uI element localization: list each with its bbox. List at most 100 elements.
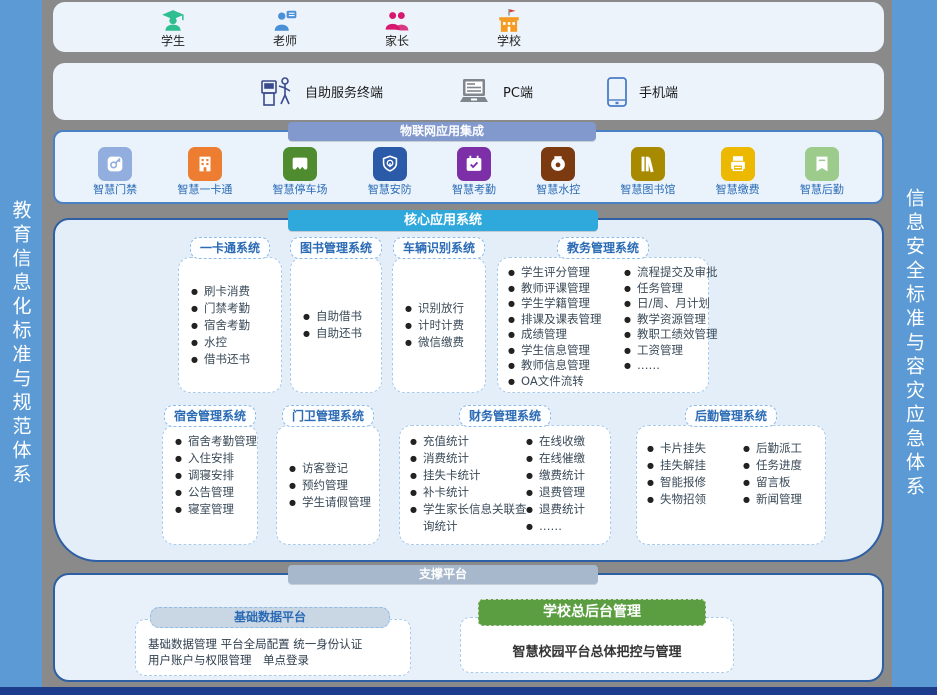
list-item: 学生学籍管理 (508, 296, 620, 312)
system-box-library: 图书管理系统 自助借书 自助还书 (290, 237, 382, 393)
list-item: 入住安排 (175, 450, 257, 467)
iot-tile-access: 智慧门禁 (93, 147, 137, 196)
one-card-building-icon (188, 147, 222, 181)
list-item: 补卡统计 (410, 484, 522, 501)
support-section-header: 支撑平台 (288, 565, 598, 584)
iot-tile-parking: 智慧停车场 (273, 147, 328, 196)
core-section-header: 核心应用系统 (288, 210, 598, 231)
system-title: 财务管理系统 (459, 405, 551, 427)
smart-campus-architecture-diagram: 教育信息化标准与规范体系 信息安全标准与容灾应急体系 学生 老师 家长 (0, 0, 937, 695)
list-item: 任务进度 (743, 457, 819, 474)
list-item: 学生评分管理 (508, 265, 620, 281)
right-rail-label: 信息安全标准与容灾应急体系 (901, 188, 928, 500)
list-item: 学生请假管理 (289, 494, 379, 511)
list-item: 门禁考勤 (191, 300, 281, 317)
right-rail: 信息安全标准与容灾应急体系 (892, 0, 937, 687)
terminal-label: 手机端 (639, 82, 678, 101)
list-item: 计时计费 (405, 317, 485, 334)
iot-tile-label: 智慧水控 (536, 184, 580, 196)
iot-tile-label: 智慧停车场 (273, 184, 328, 196)
user-item-student: 学生 (141, 8, 205, 47)
user-item-parents: 家长 (365, 8, 429, 47)
iot-tile-label: 智慧考勤 (452, 184, 496, 196)
iot-tile-water: 智慧水控 (536, 147, 580, 196)
list-item: 后勤派工 (743, 440, 819, 457)
system-title: 宿舍管理系统 (164, 405, 256, 427)
iot-tile-attendance: 智慧考勤 (452, 147, 496, 196)
list-item: 自助借书 (303, 308, 381, 325)
user-label: 学校 (497, 35, 521, 47)
list-item: 退费统计 (526, 501, 604, 518)
iot-tile-label: 智慧一卡通 (177, 184, 232, 196)
iot-tile-label: 智慧图书馆 (620, 184, 675, 196)
terminal-item-kiosk: 自助服务终端 (259, 75, 383, 109)
list-item: …… (624, 358, 718, 374)
system-box-dormitory: 宿舍管理系统 宿舍考勤管理 入住安排 调寝安排 公告管理 寝室管理 (162, 405, 258, 545)
attendance-calendar-icon (457, 147, 491, 181)
basic-platform-line: 基础数据管理 平台全局配置 统一身份认证 (148, 636, 400, 652)
list-item: 在线收缴 (526, 433, 604, 450)
terminal-item-pc: PC端 (455, 77, 533, 107)
list-item: 智能报修 (647, 474, 739, 491)
iot-tile-onecard: 智慧一卡通 (177, 147, 232, 196)
system-title: 图书管理系统 (290, 237, 382, 259)
list-item: OA文件流转 (508, 374, 620, 390)
list-item: 流程提交及审批 (624, 265, 718, 281)
list-item: 公告管理 (175, 484, 257, 501)
logistics-flag-icon (805, 147, 839, 181)
list-item: …… (526, 518, 604, 535)
iot-tile-payment: 智慧缴费 (716, 147, 760, 196)
iot-tile-label: 智慧安防 (368, 184, 412, 196)
list-item: 退费管理 (526, 484, 604, 501)
list-item: 访客登记 (289, 460, 379, 477)
parking-icon (283, 147, 317, 181)
user-label: 老师 (273, 35, 297, 47)
user-label: 家长 (385, 35, 409, 47)
list-item: 自助还书 (303, 325, 381, 342)
list-item: 刷卡消费 (191, 283, 281, 300)
list-item: 日/周、月计划 (624, 296, 718, 312)
terminals-row: 自助服务终端 PC端 手机端 (53, 63, 884, 120)
list-item: 卡片挂失 (647, 440, 739, 457)
list-item: 消费统计 (410, 450, 522, 467)
system-box-logistics: 后勤管理系统 卡片挂失 挂失解挂 智能报修 失物招领 后勤派工 任务进度 留言板… (636, 405, 826, 545)
system-box-finance: 财务管理系统 充值统计 消费统计 挂失卡统计 补卡统计 学生家长信息关联查询统计… (399, 405, 611, 545)
basic-platform-line: 用户账户与权限管理 单点登录 (148, 652, 400, 668)
system-title: 门卫管理系统 (282, 405, 374, 427)
left-rail-label: 教育信息化标准与规范体系 (8, 200, 35, 488)
left-rail: 教育信息化标准与规范体系 (0, 0, 42, 687)
list-item: 调寝安排 (175, 467, 257, 484)
student-icon (160, 8, 186, 34)
iot-section-header: 物联网应用集成 (288, 122, 596, 141)
list-item: 挂失卡统计 (410, 467, 522, 484)
iot-tile-label: 智慧门禁 (93, 184, 137, 196)
library-books-icon (631, 147, 665, 181)
users-row: 学生 老师 家长 学校 (53, 2, 884, 52)
system-title: 一卡通系统 (190, 237, 270, 259)
list-item: 充值统计 (410, 433, 522, 450)
list-item: 预约管理 (289, 477, 379, 494)
teacher-icon (272, 8, 298, 34)
system-title: 车辆识别系统 (393, 237, 485, 259)
parents-icon (384, 8, 410, 34)
list-item: 借书还书 (191, 351, 281, 368)
list-item: 工资管理 (624, 343, 718, 359)
payment-printer-icon (721, 147, 755, 181)
terminal-label: PC端 (503, 82, 533, 101)
list-item: 学生家长信息关联查询统计 (410, 501, 527, 535)
list-item: 宿舍考勤管理 (175, 433, 257, 450)
system-box-onecard: 一卡通系统 刷卡消费 门禁考勤 宿舍考勤 水控 借书还书 (178, 237, 282, 393)
list-item: 学生信息管理 (508, 343, 620, 359)
water-control-icon (541, 147, 575, 181)
system-title: 教务管理系统 (557, 237, 649, 259)
list-item: 教学资源管理 (624, 312, 718, 328)
system-box-academic: 教务管理系统 学生评分管理 教师评课管理 学生学籍管理 排课及课表管理 成绩管理… (497, 237, 709, 393)
list-item: 成绩管理 (508, 327, 620, 343)
security-shield-icon (373, 147, 407, 181)
basic-data-platform-title: 基础数据平台 (150, 607, 390, 628)
list-item: 宿舍考勤 (191, 317, 281, 334)
list-item: 留言板 (743, 474, 819, 491)
access-control-icon (98, 147, 132, 181)
user-label: 学生 (161, 35, 185, 47)
user-item-school: 学校 (477, 8, 541, 47)
